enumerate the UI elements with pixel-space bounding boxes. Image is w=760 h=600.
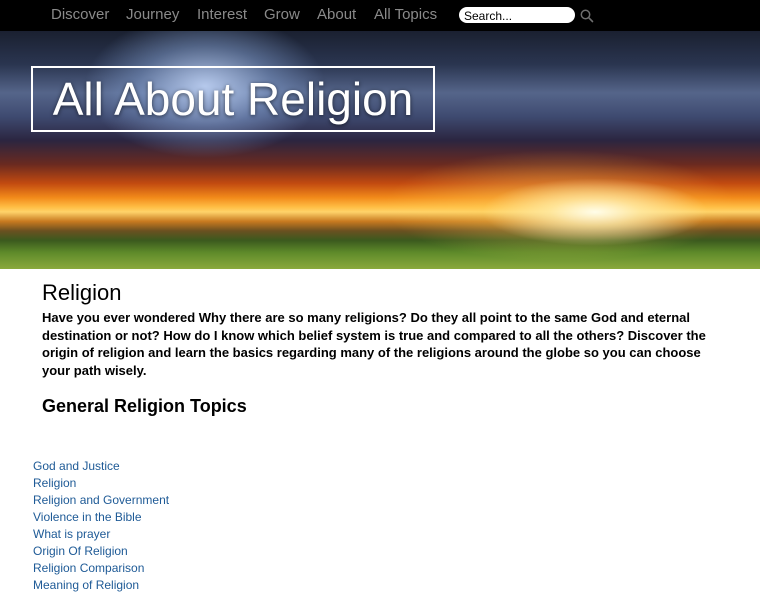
hero-title: All About Religion — [52, 73, 414, 125]
topic-link-religion[interactable]: Religion — [33, 476, 76, 490]
nav-link-about[interactable]: About — [317, 6, 356, 24]
topic-link-violence-in-the-bible[interactable]: Violence in the Bible — [33, 510, 142, 524]
intro-paragraph: Have you ever wondered Why there are so … — [42, 310, 706, 378]
nav-link-all-topics[interactable]: All Topics — [374, 6, 437, 24]
list-item: Violence in the Bible — [33, 509, 169, 526]
list-item: Religion — [33, 475, 169, 492]
list-item: God and Justice — [33, 458, 169, 475]
list-item: Meaning of Religion — [33, 577, 169, 594]
nav-link-discover[interactable]: Discover — [51, 6, 109, 24]
section-title: General Religion Topics — [42, 396, 247, 416]
page-title: Religion — [42, 280, 122, 305]
topic-link-religion-comparison[interactable]: Religion Comparison — [33, 561, 144, 575]
search-box — [459, 7, 575, 24]
nav-link-grow[interactable]: Grow — [264, 6, 300, 24]
list-item: Religion and Government — [33, 492, 169, 509]
list-item: Religion Comparison — [33, 560, 169, 577]
list-item: What is prayer — [33, 526, 169, 543]
top-navigation-bar: Discover Journey Interest Grow About All… — [0, 0, 760, 31]
magnifier-icon[interactable] — [579, 8, 595, 24]
hero-title-box: All About Religion — [31, 66, 435, 132]
topic-link-meaning-of-religion[interactable]: Meaning of Religion — [33, 578, 139, 592]
nav-link-journey[interactable]: Journey — [126, 6, 179, 24]
topic-link-god-and-justice[interactable]: God and Justice — [33, 459, 120, 473]
topic-link-what-is-prayer[interactable]: What is prayer — [33, 527, 110, 541]
topic-link-origin-of-religion[interactable]: Origin Of Religion — [33, 544, 128, 558]
list-item: Origin Of Religion — [33, 543, 169, 560]
search-input[interactable] — [459, 8, 570, 24]
topic-links-list: God and Justice Religion Religion and Go… — [33, 458, 169, 594]
topic-link-religion-and-government[interactable]: Religion and Government — [33, 493, 169, 507]
nav-link-interest[interactable]: Interest — [197, 6, 247, 24]
